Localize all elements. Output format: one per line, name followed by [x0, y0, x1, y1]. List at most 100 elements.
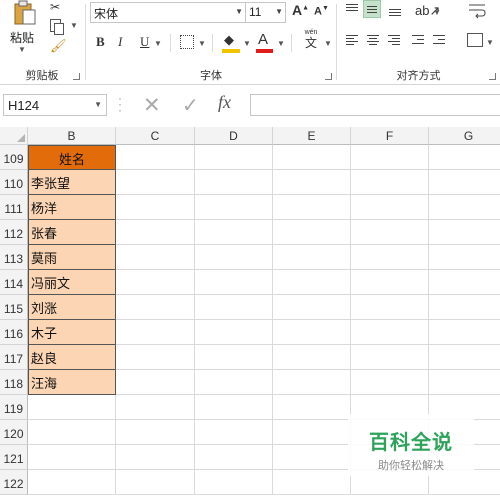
row-header-122[interactable]: 122	[0, 470, 28, 495]
row-header-114[interactable]: 114	[0, 270, 28, 295]
cell-f115[interactable]	[351, 295, 429, 320]
cell-g118[interactable]	[429, 370, 500, 395]
cell-d121[interactable]	[195, 445, 273, 470]
cell-c110[interactable]	[116, 170, 195, 195]
cell-c114[interactable]	[116, 270, 195, 295]
decrease-indent-icon[interactable]	[409, 32, 427, 50]
font-color-dropdown-icon[interactable]: ▼	[277, 39, 285, 48]
cell-b119[interactable]	[28, 395, 116, 420]
cell-b122[interactable]	[28, 470, 116, 495]
cell-e110[interactable]	[273, 170, 351, 195]
table-header-cell[interactable]: 姓名	[28, 145, 116, 170]
cell-g110[interactable]	[429, 170, 500, 195]
formula-bar-grip-icon[interactable]: · · ·	[118, 92, 122, 116]
align-top-icon[interactable]	[343, 1, 361, 19]
fill-color-dropdown-icon[interactable]: ▼	[243, 39, 251, 48]
row-header-112[interactable]: 112	[0, 220, 28, 245]
cell-c119[interactable]	[116, 395, 195, 420]
cell-e120[interactable]	[273, 420, 351, 445]
cell-e122[interactable]	[273, 470, 351, 495]
decrease-font-size-icon[interactable]: A▼	[314, 5, 329, 18]
orientation-dropdown-icon[interactable]: ▼	[433, 8, 441, 17]
borders-icon[interactable]	[180, 35, 194, 49]
cell-g112[interactable]	[429, 220, 500, 245]
fill-color-icon[interactable]: ◆	[224, 32, 234, 48]
table-row[interactable]: 汪海	[28, 370, 116, 395]
column-header-g[interactable]: G	[429, 127, 500, 145]
table-row[interactable]: 冯丽文	[28, 270, 116, 295]
align-center-icon[interactable]	[364, 32, 382, 50]
table-row[interactable]: 刘涨	[28, 295, 116, 320]
chevron-down-icon[interactable]: ▼	[275, 7, 283, 16]
table-row[interactable]: 莫雨	[28, 245, 116, 270]
align-bottom-icon[interactable]	[386, 1, 404, 19]
cell-c116[interactable]	[116, 320, 195, 345]
cell-f110[interactable]	[351, 170, 429, 195]
table-row[interactable]: 赵良	[28, 345, 116, 370]
cell-g109[interactable]	[429, 145, 500, 170]
row-header-116[interactable]: 116	[0, 320, 28, 345]
cell-f118[interactable]	[351, 370, 429, 395]
cell-e119[interactable]	[273, 395, 351, 420]
borders-dropdown-icon[interactable]: ▼	[198, 39, 206, 48]
table-row[interactable]: 李张望	[28, 170, 116, 195]
row-header-119[interactable]: 119	[0, 395, 28, 420]
row-header-120[interactable]: 120	[0, 420, 28, 445]
formula-input[interactable]	[250, 94, 500, 116]
italic-button[interactable]: I	[118, 34, 122, 50]
cell-f109[interactable]	[351, 145, 429, 170]
cell-f113[interactable]	[351, 245, 429, 270]
cell-e121[interactable]	[273, 445, 351, 470]
select-all-button[interactable]	[0, 127, 28, 145]
cell-e118[interactable]	[273, 370, 351, 395]
format-painter-icon[interactable]: 🖌	[50, 38, 67, 54]
cell-c112[interactable]	[116, 220, 195, 245]
align-right-icon[interactable]	[385, 32, 403, 50]
cell-g111[interactable]	[429, 195, 500, 220]
insert-function-icon[interactable]: fx	[218, 92, 231, 113]
column-header-e[interactable]: E	[273, 127, 351, 145]
cell-d122[interactable]	[195, 470, 273, 495]
increase-font-size-icon[interactable]: A▲	[292, 2, 309, 18]
chevron-down-icon[interactable]: ▼	[94, 100, 102, 109]
cell-g117[interactable]	[429, 345, 500, 370]
cell-c118[interactable]	[116, 370, 195, 395]
cell-d110[interactable]	[195, 170, 273, 195]
column-header-b[interactable]: B	[28, 127, 116, 145]
cell-c120[interactable]	[116, 420, 195, 445]
enter-icon[interactable]: ✓	[182, 93, 199, 118]
phonetic-guide-icon[interactable]: wén 文	[300, 29, 322, 50]
column-header-f[interactable]: F	[351, 127, 429, 145]
cell-c111[interactable]	[116, 195, 195, 220]
column-header-d[interactable]: D	[195, 127, 273, 145]
copy-dropdown-icon[interactable]: ▼	[70, 21, 78, 30]
row-header-117[interactable]: 117	[0, 345, 28, 370]
cell-d114[interactable]	[195, 270, 273, 295]
cell-d111[interactable]	[195, 195, 273, 220]
cell-d109[interactable]	[195, 145, 273, 170]
align-left-icon[interactable]	[343, 32, 361, 50]
cell-e115[interactable]	[273, 295, 351, 320]
increase-indent-icon[interactable]	[430, 32, 448, 50]
merge-dropdown-icon[interactable]: ▼	[486, 38, 494, 47]
row-header-109[interactable]: 109	[0, 145, 28, 170]
wrap-text-icon[interactable]	[467, 1, 487, 19]
cell-g115[interactable]	[429, 295, 500, 320]
cell-d118[interactable]	[195, 370, 273, 395]
cell-d113[interactable]	[195, 245, 273, 270]
cell-g116[interactable]	[429, 320, 500, 345]
merge-center-icon[interactable]	[467, 33, 483, 47]
cell-d115[interactable]	[195, 295, 273, 320]
cell-e114[interactable]	[273, 270, 351, 295]
font-dialog-launcher-icon[interactable]	[325, 73, 332, 80]
cell-e116[interactable]	[273, 320, 351, 345]
cell-g114[interactable]	[429, 270, 500, 295]
cell-e111[interactable]	[273, 195, 351, 220]
cell-f117[interactable]	[351, 345, 429, 370]
clipboard-dialog-launcher-icon[interactable]	[73, 73, 80, 80]
cell-c121[interactable]	[116, 445, 195, 470]
cell-f111[interactable]	[351, 195, 429, 220]
font-color-icon[interactable]: A	[258, 31, 268, 48]
cell-c122[interactable]	[116, 470, 195, 495]
row-header-121[interactable]: 121	[0, 445, 28, 470]
